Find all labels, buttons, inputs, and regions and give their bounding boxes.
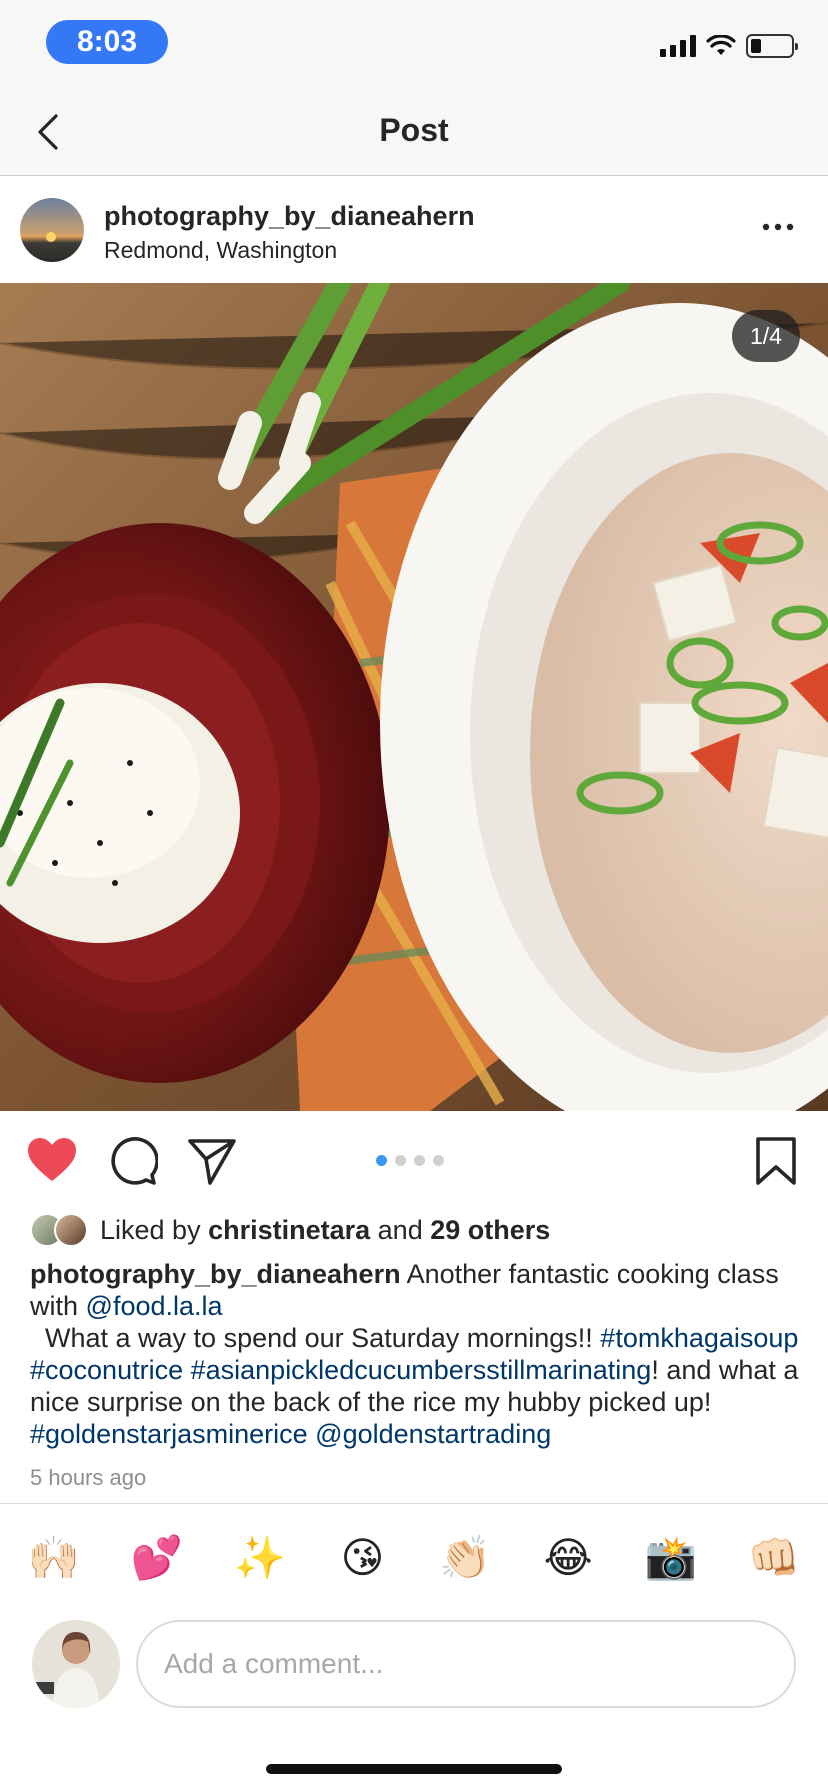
- page-title: Post: [379, 112, 449, 148]
- wifi-icon: [706, 35, 736, 55]
- likes-others[interactable]: 29 others: [430, 1215, 550, 1245]
- carousel-dot: [395, 1155, 406, 1166]
- liker-avatar: [54, 1213, 88, 1247]
- status-icons: [660, 34, 798, 58]
- mention-link[interactable]: @food.la.la: [86, 1291, 223, 1321]
- likes-text: Liked by christinetara and 29 others: [100, 1214, 551, 1245]
- share-button[interactable]: [186, 1135, 238, 1187]
- emoji-camera-flash[interactable]: 📸: [643, 1528, 699, 1588]
- post-actions: [0, 1111, 828, 1211]
- post-timestamp: 5 hours ago: [30, 1465, 147, 1490]
- post-header: photography_by_dianeahern Redmond, Washi…: [0, 177, 828, 283]
- current-user-avatar: [32, 1620, 120, 1708]
- emoji-two-hearts[interactable]: 💕: [129, 1528, 185, 1588]
- comment-bar: [0, 1610, 828, 1720]
- signal-icon: [660, 35, 696, 57]
- likes-summary[interactable]: Liked by christinetara and 29 others: [30, 1210, 550, 1250]
- food-photo-image: [0, 283, 828, 1111]
- emoji-clapping[interactable]: 👏🏻: [437, 1528, 493, 1588]
- carousel-dots: [376, 1155, 444, 1166]
- bookmark-button[interactable]: [750, 1135, 802, 1187]
- emoji-tears-of-joy[interactable]: 😂: [540, 1528, 596, 1588]
- hashtag-link[interactable]: #tomkhagaisoup: [600, 1323, 798, 1353]
- caption-username[interactable]: photography_by_dianeahern: [30, 1259, 401, 1289]
- share-icon: [188, 1139, 236, 1185]
- comment-input[interactable]: [136, 1620, 796, 1708]
- post-username[interactable]: photography_by_dianeahern: [104, 201, 475, 232]
- emoji-quick-reactions: 🙌🏻 💕 ✨ 😘 👏🏻 😂 📸 👊🏻: [0, 1528, 828, 1588]
- heart-icon: [28, 1138, 76, 1181]
- hashtag-link[interactable]: #asianpickledcucumbersstillmarinating: [191, 1355, 652, 1385]
- carousel-dot: [376, 1155, 387, 1166]
- first-liker[interactable]: christinetara: [208, 1215, 370, 1245]
- emoji-kiss-face[interactable]: 😘: [335, 1528, 391, 1588]
- carousel-dot: [414, 1155, 425, 1166]
- emoji-sparkles[interactable]: ✨: [232, 1528, 288, 1588]
- hashtag-link[interactable]: #coconutrice: [30, 1355, 183, 1385]
- status-time[interactable]: 8:03: [46, 20, 168, 64]
- divider: [0, 1503, 828, 1504]
- battery-icon: [746, 34, 798, 58]
- home-indicator[interactable]: [266, 1764, 562, 1774]
- post-caption: photography_by_dianeahern Another fantas…: [30, 1259, 799, 1449]
- comment-icon: [111, 1137, 159, 1185]
- comment-button[interactable]: [106, 1135, 159, 1187]
- more-icon: [762, 223, 794, 231]
- bookmark-icon: [756, 1137, 796, 1185]
- avatar[interactable]: [20, 198, 84, 262]
- like-button[interactable]: [26, 1135, 78, 1187]
- user-photo-image: [32, 1620, 120, 1708]
- carousel-dot: [433, 1155, 444, 1166]
- mention-link[interactable]: @goldenstartrading: [315, 1419, 551, 1449]
- status-bar: 8:03: [0, 0, 828, 88]
- more-button[interactable]: [758, 217, 798, 237]
- post-location[interactable]: Redmond, Washington: [104, 237, 337, 264]
- post-photo[interactable]: 1/4: [0, 283, 828, 1111]
- image-counter-badge: 1/4: [732, 310, 800, 362]
- emoji-raising-hands[interactable]: 🙌🏻: [26, 1528, 82, 1588]
- emoji-fist-bump[interactable]: 👊🏻: [746, 1528, 802, 1588]
- nav-bar: Post: [0, 88, 828, 176]
- hashtag-link[interactable]: #goldenstarjasminerice: [30, 1419, 308, 1449]
